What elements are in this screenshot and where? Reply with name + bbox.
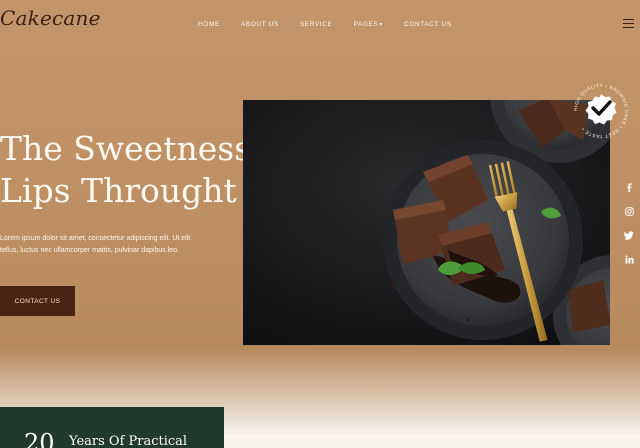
brand-logo[interactable]: Cakecane — [0, 6, 101, 30]
nav-pages[interactable]: PAGES▾ — [353, 21, 383, 28]
nav-pages-label: PAGES — [353, 21, 379, 28]
nav-service[interactable]: SERVICE — [300, 21, 333, 28]
instagram-icon[interactable] — [620, 204, 638, 218]
contact-us-button[interactable]: CONTACT US — [0, 286, 75, 316]
badge-graphic: HIGH QUALITY • BROWNIE CAKE • BEST TASTE… — [573, 83, 629, 139]
nav-about-us[interactable]: ABOUT US — [241, 21, 279, 28]
hamburger-menu-icon[interactable] — [623, 19, 634, 28]
chevron-down-icon: ▾ — [379, 22, 383, 28]
hero-image — [243, 100, 610, 345]
twitter-icon[interactable] — [620, 228, 638, 242]
quality-badge: HIGH QUALITY • BROWNIE CAKE • BEST TASTE… — [570, 80, 632, 142]
nav-contact-us[interactable]: CONTACT US — [404, 21, 452, 28]
stats-box: 20 Years Of Practical — [0, 407, 224, 448]
brownie-plate-illustration — [243, 100, 610, 345]
section-divider — [224, 434, 640, 448]
years-label: Years Of Practical — [69, 434, 188, 448]
main-nav: HOME ABOUT US SERVICE PAGES▾ CONTACT US — [198, 21, 473, 28]
linkedin-icon[interactable] — [620, 252, 638, 266]
years-number: 20 — [24, 429, 55, 448]
nav-home[interactable]: HOME — [198, 21, 220, 28]
hero-description: Lorem ipsum dolor sit amet, consectetur … — [0, 235, 191, 254]
facebook-icon[interactable] — [620, 180, 638, 194]
